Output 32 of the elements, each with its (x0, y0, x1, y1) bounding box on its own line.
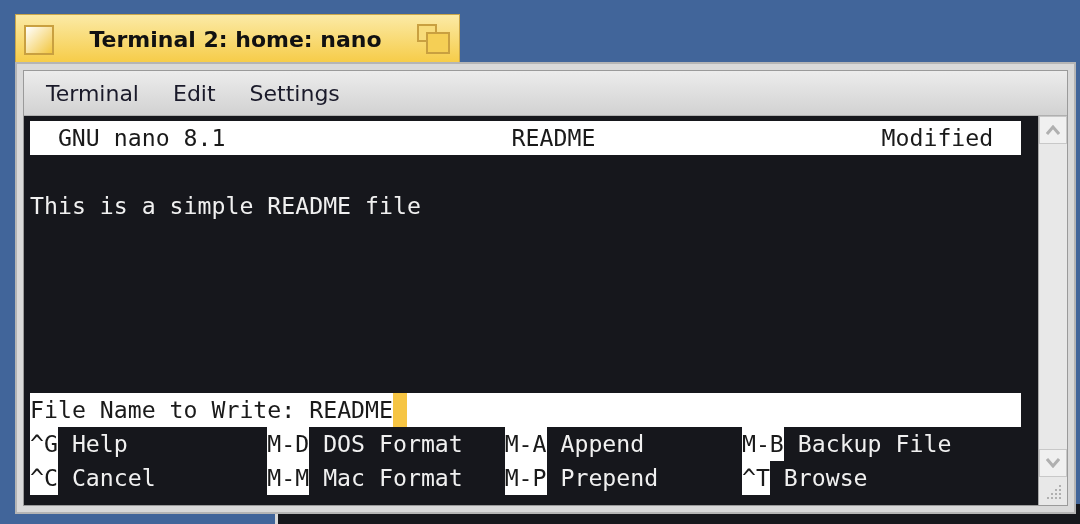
shortcut-label: Browse (783, 463, 868, 493)
shortcut-label: Prepend (560, 463, 659, 493)
shortcut-key: M-M (267, 461, 310, 495)
shortcut-label: Append (560, 429, 645, 459)
scroll-down-button[interactable] (1039, 449, 1067, 477)
shortcut-key: M-D (267, 427, 310, 461)
shortcut-key: M-P (504, 461, 547, 495)
scroll-up-button[interactable] (1039, 116, 1067, 144)
prompt-label: File Name to Write: (30, 395, 297, 425)
shortcut-key: ^C (30, 461, 58, 495)
shortcut-label: Cancel (71, 463, 156, 493)
shortcut-label: Mac Format (323, 463, 463, 493)
shortcut-key: M-B (741, 427, 784, 461)
window-title: Terminal 2: home: nano (88, 27, 383, 52)
filename-input[interactable]: README (309, 393, 393, 427)
menu-item[interactable]: Edit (161, 80, 228, 106)
shortcut-key: ^T (741, 461, 770, 495)
menu-item[interactable]: Terminal (34, 80, 151, 106)
shortcut-label: Help (71, 429, 128, 459)
window-title-tab[interactable]: Terminal 2: home: nano (15, 14, 460, 64)
file-name: README (511, 123, 596, 153)
editor-version: GNU nano 8.1 (57, 123, 226, 153)
shortcut-key: M-A (504, 427, 547, 461)
menu-item[interactable]: Settings (237, 80, 352, 106)
shortcut-label: Backup File (797, 429, 952, 459)
close-button[interactable] (24, 24, 54, 55)
shortcut-key: ^G (30, 427, 58, 461)
shortcut-label: DOS Format (323, 429, 463, 459)
text-line: This is a simple README file (30, 191, 421, 221)
zoom-icon[interactable] (417, 23, 451, 56)
modified-status: Modified (881, 123, 994, 153)
text-cursor (393, 393, 407, 427)
